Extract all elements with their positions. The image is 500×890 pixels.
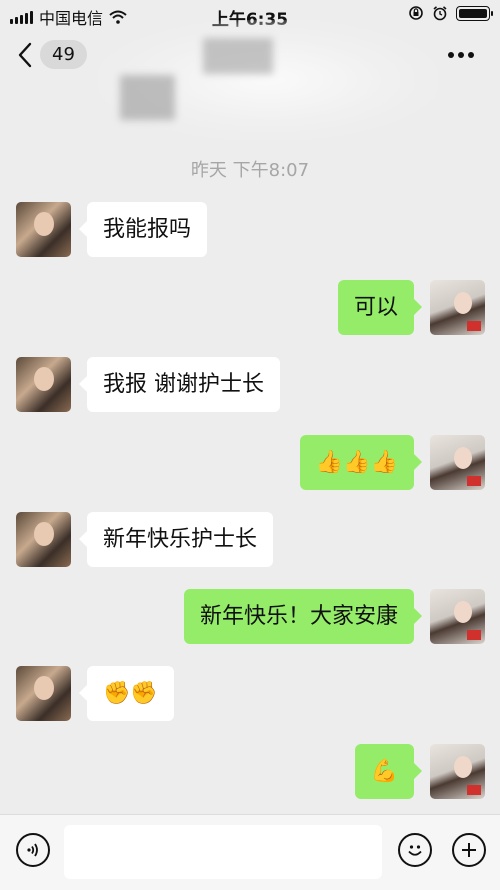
sent-message-bubble[interactable]: 可以: [337, 280, 423, 335]
contact-avatar[interactable]: [16, 512, 71, 567]
voice-button[interactable]: [16, 833, 50, 867]
received-message-bubble[interactable]: 我能报吗: [78, 202, 208, 257]
emoji-icon: [408, 845, 422, 856]
plus-button[interactable]: [452, 833, 486, 867]
voice-icon: [27, 843, 38, 857]
chevron-left-icon: [18, 42, 32, 67]
plus-icon: [462, 843, 476, 857]
my-avatar[interactable]: [430, 744, 485, 799]
back-button[interactable]: 49: [16, 40, 87, 69]
message-input[interactable]: [64, 825, 382, 879]
battery-icon: [456, 5, 493, 21]
received-message-bubble[interactable]: 我报 谢谢护士长: [79, 357, 280, 412]
rotation-lock-icon: [409, 6, 423, 20]
input-bar: [0, 814, 500, 890]
status-right: [408, 5, 493, 21]
sent-message-bubble[interactable]: 💪: [354, 744, 423, 799]
my-avatar[interactable]: [430, 435, 485, 490]
contact-avatar[interactable]: [16, 357, 71, 412]
received-message-bubble[interactable]: ✊✊: [79, 666, 174, 721]
sent-message-bubble[interactable]: 新年快乐！大家安康: [183, 589, 423, 644]
received-message-bubble[interactable]: 新年快乐护士长: [78, 512, 274, 567]
unread-count-badge: 49: [40, 40, 87, 69]
alarm-icon: [433, 6, 447, 21]
sent-message-bubble[interactable]: 👍👍👍: [299, 435, 423, 490]
my-avatar[interactable]: [430, 589, 485, 644]
more-dots-icon[interactable]: [448, 52, 474, 58]
contact-avatar[interactable]: [16, 202, 71, 257]
obscured-title: [98, 20, 438, 140]
my-avatar[interactable]: [430, 280, 485, 335]
emoji-button[interactable]: [398, 833, 432, 867]
contact-avatar[interactable]: [16, 666, 71, 721]
chat-timestamp: 昨天 下午8:07: [190, 160, 310, 181]
